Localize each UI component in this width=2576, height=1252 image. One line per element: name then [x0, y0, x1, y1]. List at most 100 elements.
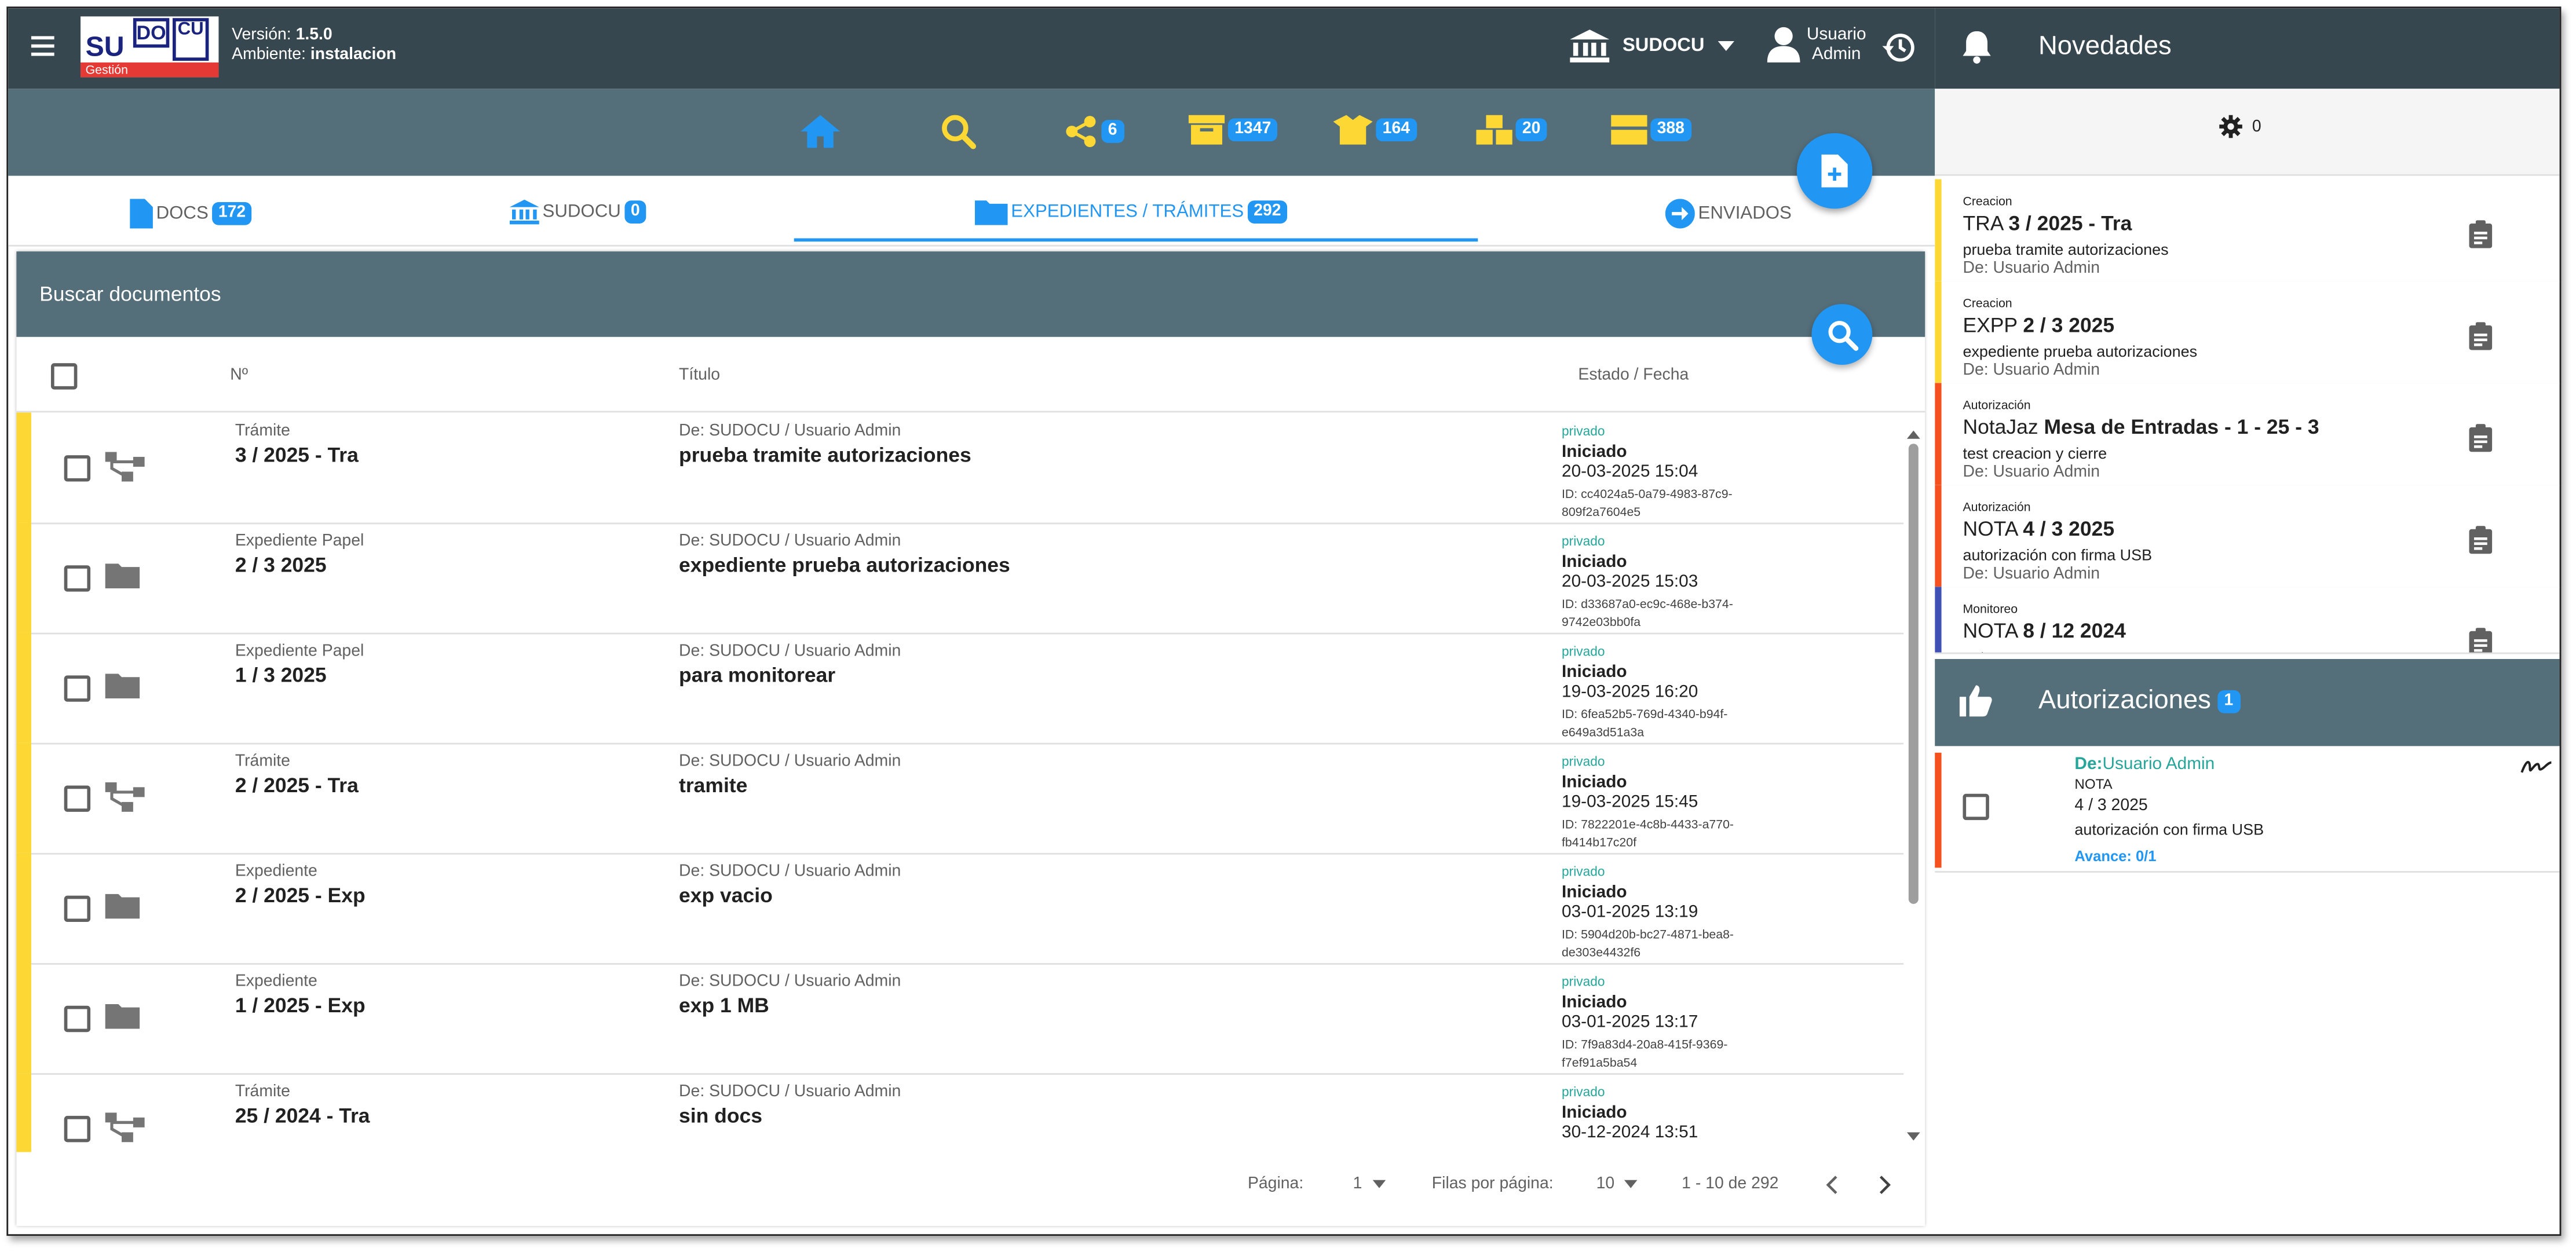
row-number[interactable]: 1 / 2025 - Exp — [235, 994, 366, 1017]
news-item[interactable]: Autorización NotaJaz Mesa de Entradas - 1… — [1935, 383, 2560, 487]
box-button[interactable]: 388 — [1611, 115, 1691, 145]
menu-icon[interactable] — [31, 36, 54, 56]
new-document-button[interactable] — [1796, 133, 1873, 209]
row-from: De: SUDOCU / Usuario Admin — [679, 532, 901, 551]
news-item[interactable]: Creacion TRA 3 / 2025 - Tra prueba tramite… — [1935, 179, 2560, 283]
row-number[interactable]: 2 / 3 2025 — [235, 554, 327, 577]
home-icon[interactable] — [801, 115, 841, 148]
news-item-number: 8 / 12 2024 — [2023, 619, 2126, 643]
news-item[interactable]: Monitoreo NOTA 8 / 12 2024 nota — [1935, 587, 2560, 654]
row-checkbox[interactable] — [64, 455, 91, 482]
row-title[interactable]: tramite — [679, 774, 747, 797]
authorization-item[interactable]: De:Usuario Admin NOTA 4 / 3 2025 autoriz… — [1935, 746, 2560, 873]
open-box-button[interactable]: 164 — [1333, 115, 1417, 145]
shared-button[interactable]: 6 — [1065, 115, 1124, 148]
row-id-line-1: ID: 5904d20b-bc27-4871-bea8- — [1562, 927, 1734, 942]
previous-page-icon[interactable] — [1825, 1175, 1838, 1195]
clipboard-icon[interactable] — [2469, 526, 2493, 554]
page-select[interactable]: 1 — [1353, 1175, 1386, 1193]
row-title[interactable]: expediente prueba autorizaciones — [679, 554, 1010, 577]
row-date: 03-01-2025 13:17 — [1562, 1012, 1698, 1033]
row-number[interactable]: 2 / 2025 - Exp — [235, 884, 366, 907]
bell-icon[interactable] — [1963, 31, 1991, 64]
clipboard-icon[interactable] — [2469, 322, 2493, 350]
clipboard-icon[interactable] — [2469, 220, 2493, 248]
clipboard-icon[interactable] — [2469, 424, 2493, 452]
table-row[interactable]: Trámite 3 / 2025 - Tra De: SUDOCU / Usuari… — [16, 412, 1904, 525]
boxes-button[interactable]: 20 — [1476, 115, 1547, 145]
row-checkbox[interactable] — [64, 1005, 91, 1033]
row-title[interactable]: prueba tramite autorizaciones — [679, 444, 971, 467]
table-row[interactable]: Expediente Papel 2 / 3 2025 De: SUDOCU / U… — [16, 522, 1904, 635]
tab-expedientes-badge: 292 — [1247, 200, 1288, 224]
row-title[interactable]: para monitorear — [679, 664, 835, 687]
row-number[interactable]: 3 / 2025 - Tra — [235, 444, 359, 467]
news-item[interactable]: Creacion EXPP 2 / 3 2025 expediente prueba… — [1935, 281, 2560, 385]
organization-selector[interactable]: SUDOCU — [1570, 30, 1734, 63]
signature-icon[interactable] — [2520, 756, 2553, 775]
gear-icon — [2219, 115, 2242, 138]
user-menu[interactable]: Usuario Admin — [1767, 25, 1866, 64]
news-item-title: NotaJaz Mesa de Entradas - 1 - 25 - 3 — [1963, 416, 2319, 439]
vertical-scrollbar[interactable] — [1905, 427, 1921, 1144]
row-checkbox[interactable] — [64, 785, 91, 812]
row-number[interactable]: 1 / 3 2025 — [235, 664, 327, 687]
row-type-icon — [105, 672, 140, 707]
row-title[interactable]: exp 1 MB — [679, 994, 769, 1017]
row-id-line-1: ID: 7822201e-4c8b-4433-a770- — [1562, 817, 1734, 832]
news-item-category: Monitoreo — [1963, 601, 2018, 617]
table-row[interactable]: Expediente Papel 1 / 3 2025 De: SUDOCU / U… — [16, 632, 1904, 745]
row-type-icon — [105, 562, 140, 597]
archive-icon — [1188, 115, 1225, 145]
archive-button[interactable]: 1347 — [1188, 115, 1278, 145]
version-label: Versión: — [232, 26, 291, 45]
row-status: Iniciado — [1562, 662, 1627, 682]
tab-docs-label: DOCS — [156, 203, 209, 224]
authorization-checkbox[interactable] — [1963, 793, 1989, 821]
row-id-line-1: ID: 6fea52b5-769d-4340-b94f- — [1562, 706, 1728, 722]
row-visibility: privado — [1562, 974, 1605, 990]
row-number[interactable]: 25 / 2024 - Tra — [235, 1104, 370, 1127]
table-row[interactable]: Trámite 2 / 2025 - Tra De: SUDOCU / Usuari… — [16, 742, 1904, 855]
tab-sudocu[interactable]: SUDOCU 0 — [509, 199, 646, 225]
search-icon[interactable] — [940, 114, 977, 149]
table-row[interactable]: Expediente 1 / 2025 - Exp De: SUDOCU / Usu… — [16, 963, 1904, 1075]
box-icon — [1611, 115, 1647, 145]
row-checkbox[interactable] — [64, 675, 91, 702]
folder-icon — [105, 894, 140, 919]
table-row[interactable]: Expediente 2 / 2025 - Exp De: SUDOCU / Usu… — [16, 852, 1904, 965]
table-row[interactable]: Trámite 25 / 2024 - Tra De: SUDOCU / Usuar… — [16, 1073, 1903, 1152]
news-item-prefix: NotaJaz — [1963, 415, 2044, 439]
tab-docs[interactable]: DOCS 172 — [130, 199, 253, 229]
row-visibility: privado — [1562, 534, 1605, 549]
row-id: ID: d33687a0-ec9c-468e-b374- 9742e03bb0fa — [1562, 595, 1733, 631]
tab-enviados[interactable]: ENVIADOS — [1665, 199, 1792, 229]
logo-subtitle: Gestión — [81, 62, 219, 78]
scroll-thumb[interactable] — [1908, 444, 1919, 904]
row-checkbox[interactable] — [64, 565, 91, 592]
env-value: instalacion — [310, 46, 397, 64]
tab-expedientes[interactable]: EXPEDIENTES / TRÁMITES 292 — [974, 199, 1288, 225]
history-icon[interactable] — [1882, 31, 1915, 64]
row-title[interactable]: sin docs — [679, 1104, 762, 1127]
row-checkbox[interactable] — [64, 1115, 91, 1143]
clipboard-icon[interactable] — [2469, 628, 2493, 654]
caret-down-icon — [1624, 1180, 1638, 1188]
rows-per-page-select[interactable]: 10 — [1596, 1175, 1638, 1193]
open-box-count-badge: 164 — [1376, 118, 1417, 142]
row-visibility: privado — [1562, 424, 1605, 439]
select-all-checkbox[interactable] — [50, 363, 78, 390]
news-item-prefix: EXPP — [1963, 314, 2023, 337]
row-visibility: privado — [1562, 754, 1605, 770]
next-page-icon[interactable] — [1879, 1175, 1892, 1195]
news-item[interactable]: Autorización NOTA 4 / 3 2025 autorización … — [1935, 485, 2560, 588]
row-id-line-2: fb414b17c20f — [1562, 834, 1637, 850]
row-title[interactable]: exp vacio — [679, 884, 773, 907]
row-id-line-2: f7ef91a5ba54 — [1562, 1055, 1638, 1070]
row-status: Iniciado — [1562, 772, 1627, 792]
row-number[interactable]: 2 / 2025 - Tra — [235, 774, 359, 797]
row-checkbox[interactable] — [64, 895, 91, 922]
version-info: Versión: 1.5.0 Ambiente: instalacion — [232, 26, 396, 65]
news-settings-button[interactable]: 0 — [2219, 115, 2261, 138]
thumbs-up-icon[interactable] — [1959, 684, 1993, 717]
